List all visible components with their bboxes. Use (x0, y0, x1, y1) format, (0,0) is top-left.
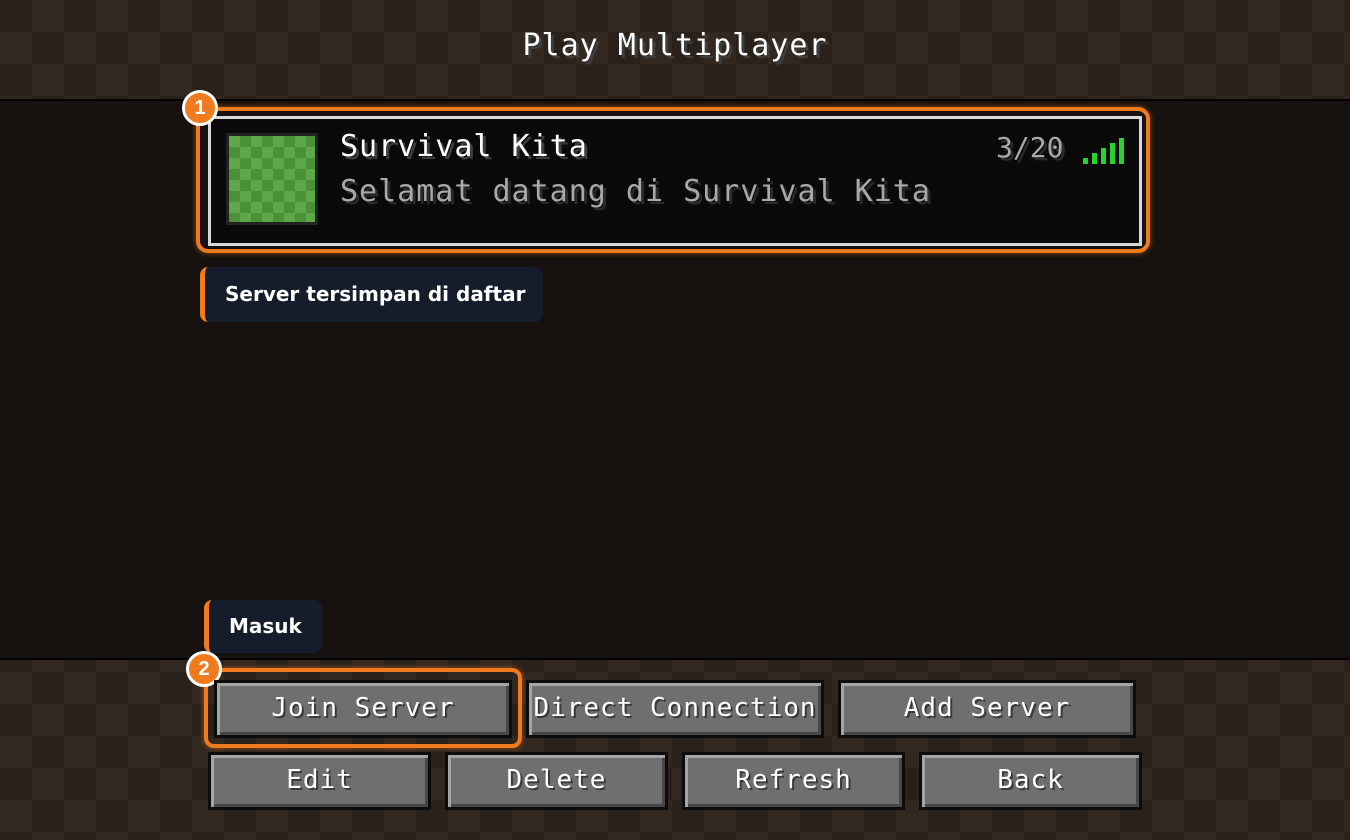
tooltip-join: Masuk (204, 600, 322, 653)
server-name: Survival Kita (340, 129, 588, 164)
player-count: 3/20 (996, 131, 1064, 164)
back-button[interactable]: Back (919, 752, 1142, 810)
join-server-button[interactable]: Join Server (214, 680, 512, 738)
edit-button[interactable]: Edit (208, 752, 431, 810)
add-server-button[interactable]: Add Server (838, 680, 1136, 738)
tooltip-saved-server: Server tersimpan di daftar (200, 267, 544, 322)
server-motd: Selamat datang di Survival Kita (340, 174, 931, 209)
grass-block-icon (226, 133, 318, 225)
delete-button[interactable]: Delete (445, 752, 668, 810)
signal-strength-icon (1083, 138, 1127, 164)
direct-connection-button[interactable]: Direct Connection (526, 680, 824, 738)
annotation-badge-1: 1 (182, 90, 218, 126)
screen-title: Play Multiplayer (522, 28, 828, 63)
refresh-button[interactable]: Refresh (682, 752, 905, 810)
